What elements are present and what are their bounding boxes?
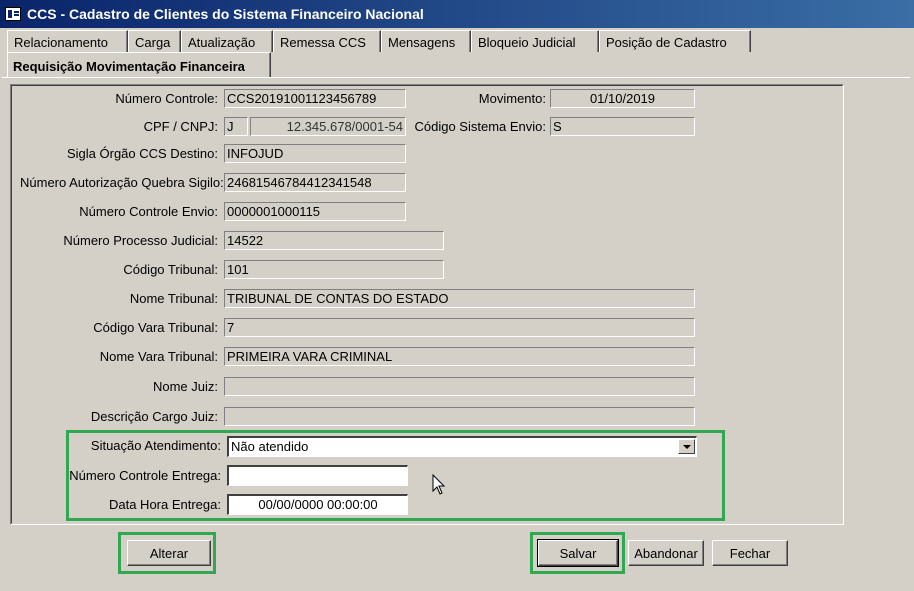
data-hora-entrega-label: Data Hora Entrega: bbox=[108, 497, 221, 512]
numero-controle-envio-field: 0000001000115 bbox=[224, 202, 406, 221]
nome-tribunal-label: Nome Tribunal: bbox=[129, 291, 218, 306]
codigo-vara-label: Código Vara Tribunal: bbox=[93, 320, 218, 335]
alterar-button[interactable]: Alterar bbox=[127, 540, 211, 566]
descricao-cargo-label: Descrição Cargo Juiz: bbox=[90, 409, 218, 424]
abandonar-button[interactable]: Abandonar bbox=[628, 540, 704, 566]
tab-remessa-ccs[interactable]: Remessa CCS bbox=[273, 30, 381, 52]
title-bar[interactable]: CCS - Cadastro de Clientes do Sistema Fi… bbox=[0, 0, 914, 28]
tab-requisicao-movimentacao[interactable]: Requisição Movimentação Financeira bbox=[7, 52, 271, 78]
codigo-sistema-envio-field: S bbox=[550, 117, 695, 136]
tab-page-border bbox=[2, 77, 910, 78]
movimento-field: 01/10/2019 bbox=[550, 89, 695, 108]
numero-autorizacao-label: Número Autorização Quebra Sigilo: bbox=[20, 175, 224, 190]
nome-juiz-field bbox=[224, 377, 695, 396]
tab-carga[interactable]: Carga bbox=[128, 30, 181, 52]
nome-tribunal-field: TRIBUNAL DE CONTAS DO ESTADO bbox=[224, 289, 695, 308]
cpf-cnpj-type-field: J bbox=[224, 117, 248, 136]
numero-controle-envio-label: Número Controle Envio: bbox=[79, 204, 218, 219]
tab-mensagens[interactable]: Mensagens bbox=[381, 30, 471, 52]
cpf-cnpj-field: 12.345.678/0001-54 bbox=[250, 117, 406, 136]
numero-autorizacao-field: 24681546784412341548 bbox=[224, 173, 406, 192]
nome-juiz-label: Nome Juiz: bbox=[152, 379, 218, 394]
codigo-sistema-envio-label: Código Sistema Envio: bbox=[414, 119, 546, 134]
sigla-orgao-label: Sigla Órgão CCS Destino: bbox=[66, 146, 218, 161]
app-icon bbox=[5, 7, 21, 21]
numero-controle-field: CCS20191001123456789 bbox=[224, 89, 406, 108]
numero-controle-entrega-label: Número Controle Entrega: bbox=[69, 468, 221, 483]
numero-processo-label: Número Processo Judicial: bbox=[63, 233, 218, 248]
numero-processo-field: 14522 bbox=[224, 231, 444, 250]
movimento-label: Movimento: bbox=[478, 91, 546, 106]
codigo-vara-field: 7 bbox=[224, 318, 695, 337]
tab-atualizacao[interactable]: Atualização bbox=[181, 30, 273, 52]
sigla-orgao-field: INFOJUD bbox=[224, 144, 406, 163]
chevron-down-icon[interactable] bbox=[678, 439, 695, 454]
mouse-pointer-icon bbox=[432, 474, 446, 495]
tab-relacionamento[interactable]: Relacionamento bbox=[7, 30, 128, 52]
salvar-button[interactable]: Salvar bbox=[537, 539, 619, 567]
fechar-button[interactable]: Fechar bbox=[712, 540, 788, 566]
tab-posicao-cadastro[interactable]: Posição de Cadastro bbox=[599, 30, 751, 52]
situacao-atendimento-label: Situação Atendimento: bbox=[90, 438, 221, 453]
codigo-tribunal-field: 101 bbox=[224, 260, 444, 279]
descricao-cargo-field bbox=[224, 407, 695, 426]
numero-controle-entrega-input[interactable] bbox=[227, 465, 408, 486]
numero-controle-label: Número Controle: bbox=[115, 91, 218, 106]
data-hora-entrega-input[interactable]: 00/00/0000 00:00:00 bbox=[227, 494, 408, 515]
cpf-cnpj-label: CPF / CNPJ: bbox=[143, 119, 218, 134]
nome-vara-label: Nome Vara Tribunal: bbox=[99, 349, 218, 364]
nome-vara-field: PRIMEIRA VARA CRIMINAL bbox=[224, 347, 695, 366]
tab-bloqueio-judicial[interactable]: Bloqueio Judicial bbox=[471, 30, 599, 52]
situacao-atendimento-value: Não atendido bbox=[231, 439, 309, 454]
codigo-tribunal-label: Código Tribunal: bbox=[123, 262, 218, 277]
situacao-atendimento-select[interactable]: Não atendido bbox=[227, 436, 697, 457]
window-title: CCS - Cadastro de Clientes do Sistema Fi… bbox=[27, 6, 424, 22]
